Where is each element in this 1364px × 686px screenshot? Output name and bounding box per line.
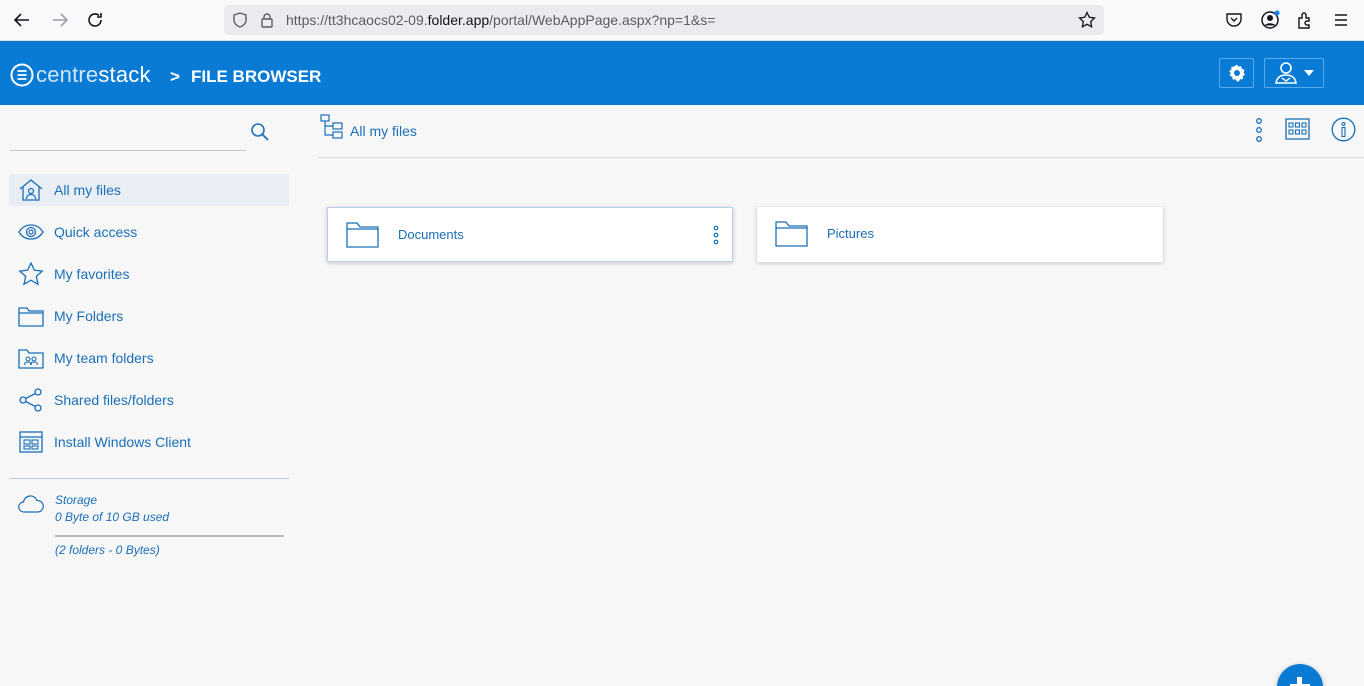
logo-text-bold: stack <box>98 62 151 87</box>
sidebar-item-label: My team folders <box>54 350 154 366</box>
back-icon[interactable] <box>10 8 34 32</box>
folder-icon <box>346 222 379 248</box>
folder-name: Documents <box>398 227 464 242</box>
lock-icon[interactable] <box>260 12 274 33</box>
folder-menu-icon[interactable] <box>712 225 720 245</box>
forward-icon[interactable] <box>48 8 72 32</box>
sidebar-item-shared-files-folders[interactable]: Shared files/folders <box>9 384 289 416</box>
search-input-underline <box>10 150 246 151</box>
sidebar-item-install-windows-client[interactable]: Install Windows Client <box>9 426 289 458</box>
sidebar-item-label: My favorites <box>54 266 130 282</box>
plus-icon-vertical <box>1297 677 1302 686</box>
gear-icon <box>1228 64 1245 82</box>
sidebar-item-label: Install Windows Client <box>54 434 191 450</box>
folder-card-documents[interactable]: Documents <box>327 207 733 262</box>
reload-icon[interactable] <box>83 8 107 32</box>
folder-name: Pictures <box>827 226 874 241</box>
star-icon <box>18 262 44 286</box>
folder-icon <box>18 307 44 327</box>
home-icon <box>19 179 43 201</box>
pocket-icon[interactable] <box>1225 11 1243 34</box>
more-options-icon[interactable] <box>1254 117 1264 148</box>
page-title: FILE BROWSER <box>191 67 322 86</box>
grid-view-icon[interactable] <box>1285 117 1310 146</box>
sidebar-item-quick-access[interactable]: Quick access <box>9 216 289 248</box>
current-path-label[interactable]: All my files <box>350 123 417 139</box>
user-icon <box>1274 62 1297 84</box>
url-text[interactable]: https://tt3hcaocs02-09.folder.app/portal… <box>286 12 715 28</box>
cloud-icon <box>18 494 44 519</box>
browser-toolbar: https://tt3hcaocs02-09.folder.app/portal… <box>0 0 1364 41</box>
breadcrumb-separator: > <box>170 67 180 86</box>
sidebar-item-label: Quick access <box>54 224 138 240</box>
shield-icon[interactable] <box>232 12 248 33</box>
storage-used-text: 0 Byte of 10 GB used <box>55 510 170 524</box>
sidebar-search[interactable] <box>10 118 246 150</box>
extensions-icon[interactable] <box>1296 11 1314 34</box>
settings-button[interactable] <box>1219 58 1254 88</box>
chevron-down-icon <box>1303 70 1314 76</box>
menu-icon[interactable] <box>1332 11 1350 34</box>
logo-text-light: centre <box>36 62 99 87</box>
eye-icon <box>18 224 44 240</box>
storage-summary: (2 folders - 0 Bytes) <box>55 543 160 557</box>
share-icon <box>19 388 42 412</box>
sidebar-item-all-my-files[interactable]: All my files <box>9 174 289 206</box>
centrestack-logo[interactable]: centrestack <box>10 62 151 87</box>
user-menu-button[interactable] <box>1264 58 1324 88</box>
bookmark-star-icon[interactable] <box>1078 10 1096 34</box>
sidebar-divider <box>9 478 289 479</box>
sidebar-item-my-favorites[interactable]: My favorites <box>9 258 289 290</box>
storage-usage-bar <box>55 535 284 537</box>
folder-icon <box>775 221 808 247</box>
add-button[interactable] <box>1277 664 1323 686</box>
sidebar-item-label: All my files <box>54 182 121 198</box>
sidebar-item-my-team-folders[interactable]: My team folders <box>9 342 289 374</box>
team-folder-icon <box>18 349 44 369</box>
sidebar-item-my-folders[interactable]: My Folders <box>9 300 289 332</box>
sidebar-item-label: Shared files/folders <box>54 392 174 408</box>
windows-client-icon <box>19 431 43 453</box>
account-icon[interactable] <box>1260 10 1280 35</box>
logo-circle-icon <box>10 63 34 87</box>
storage-title: Storage <box>55 493 98 507</box>
info-icon[interactable] <box>1331 117 1356 147</box>
app-header: centrestack > FILE BROWSER <box>0 41 1364 105</box>
sidebar-item-label: My Folders <box>54 308 124 324</box>
toolbar-divider <box>318 157 1364 158</box>
address-bar[interactable]: https://tt3hcaocs02-09.folder.app/portal… <box>224 5 1104 35</box>
folder-card-pictures[interactable]: Pictures <box>757 207 1163 262</box>
search-icon[interactable] <box>250 122 270 147</box>
folder-tree-icon[interactable] <box>320 114 344 145</box>
